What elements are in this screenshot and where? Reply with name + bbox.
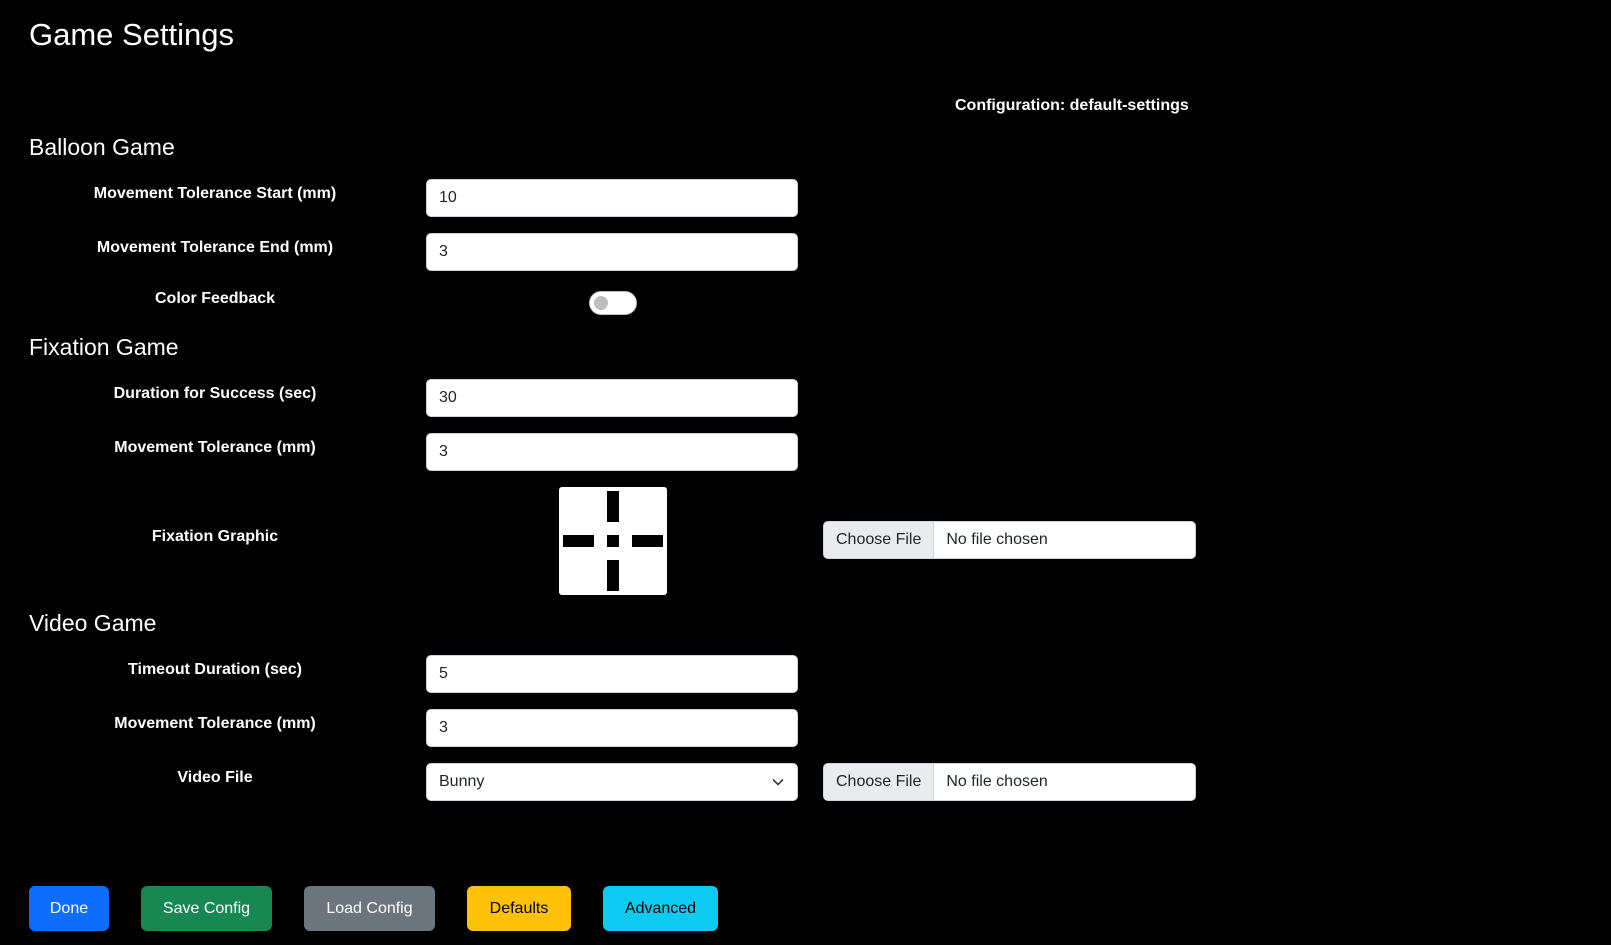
fixation-choose-file-button[interactable]: Choose File: [824, 522, 935, 558]
done-button[interactable]: Done: [29, 886, 109, 931]
balloon-tolerance-end-input[interactable]: [426, 233, 798, 271]
toggle-knob: [594, 296, 608, 310]
fixation-duration-input[interactable]: [426, 379, 798, 417]
video-file-selected-value: Bunny: [439, 773, 485, 790]
save-config-button[interactable]: Save Config: [141, 886, 272, 931]
fixation-graphic-preview: [559, 487, 667, 595]
balloon-tolerance-start-input[interactable]: [426, 179, 798, 217]
balloon-tolerance-end-label: Movement Tolerance End (mm): [96, 239, 334, 256]
video-file-label: Video File: [177, 769, 253, 786]
fixation-game-heading: Fixation Game: [29, 334, 179, 360]
video-game-heading: Video Game: [29, 610, 157, 636]
defaults-button[interactable]: Defaults: [467, 886, 571, 931]
color-feedback-toggle[interactable]: [589, 291, 637, 315]
fixation-graphic-label: Fixation Graphic: [151, 528, 279, 545]
fixation-tolerance-label: Movement Tolerance (mm): [114, 439, 316, 456]
configuration-label: Configuration: default-settings: [955, 97, 1189, 114]
video-file-select[interactable]: Bunny: [426, 763, 798, 801]
balloon-tolerance-start-label: Movement Tolerance Start (mm): [93, 185, 337, 202]
video-timeout-input[interactable]: [426, 655, 798, 693]
video-timeout-label: Timeout Duration (sec): [128, 661, 302, 678]
fixation-duration-label: Duration for Success (sec): [113, 385, 317, 402]
video-file-status: No file chosen: [946, 773, 1048, 790]
fixation-file-status: No file chosen: [946, 531, 1048, 548]
chevron-down-icon: [771, 775, 785, 789]
video-file-input[interactable]: Choose File No file chosen: [823, 763, 1196, 801]
advanced-button[interactable]: Advanced: [603, 886, 718, 931]
page-title: Game Settings: [29, 17, 235, 52]
video-tolerance-label: Movement Tolerance (mm): [114, 715, 316, 732]
video-tolerance-input[interactable]: [426, 709, 798, 747]
video-choose-file-button[interactable]: Choose File: [824, 764, 935, 800]
load-config-button[interactable]: Load Config: [304, 886, 435, 931]
balloon-game-heading: Balloon Game: [29, 134, 175, 160]
color-feedback-label: Color Feedback: [154, 290, 276, 307]
fixation-tolerance-input[interactable]: [426, 433, 798, 471]
fixation-graphic-file-input[interactable]: Choose File No file chosen: [823, 521, 1196, 559]
crosshair-graphic-icon: [563, 491, 663, 591]
